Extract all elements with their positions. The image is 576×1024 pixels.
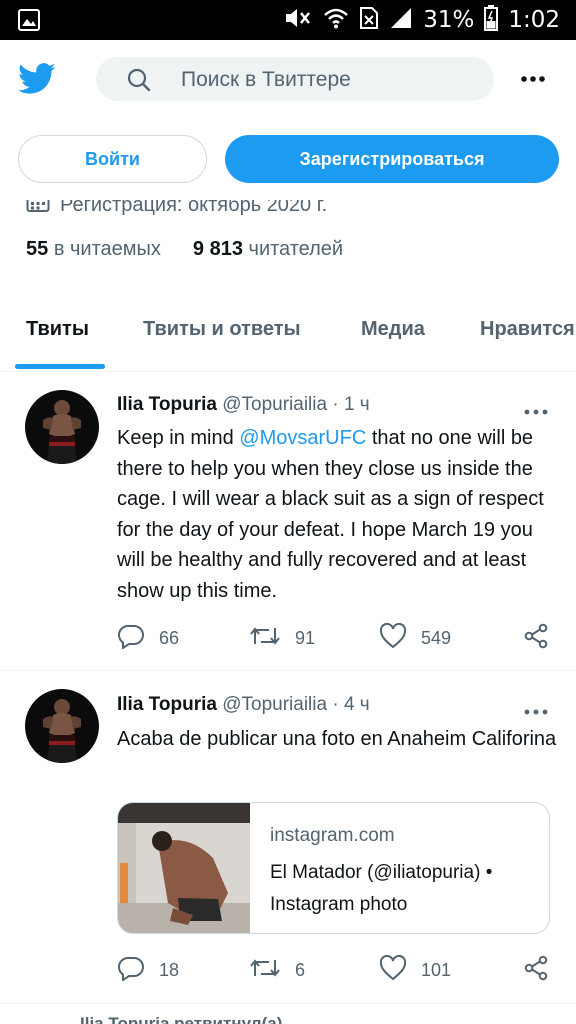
share-button[interactable] (523, 623, 549, 654)
reply-button[interactable]: 18 (117, 955, 179, 986)
tweet-time[interactable]: · 4 ч (332, 694, 369, 715)
link-card[interactable]: instagram.com El Matador (@iliatopuria) … (117, 802, 550, 934)
more-options-icon[interactable] (520, 70, 546, 88)
avatar[interactable] (25, 390, 99, 464)
top-header: Поиск в Твиттере (0, 40, 576, 120)
tweet-text-part: Keep in mind (117, 427, 240, 449)
tweet-header: Ilia Topuria @Topuriailia · 1 ч (117, 394, 370, 416)
reply-icon (117, 955, 145, 986)
signal-icon (389, 6, 413, 35)
reply-count: 66 (159, 628, 180, 648)
tweet-text: Acaba de publicar una foto en Anaheim Ca… (117, 728, 557, 750)
sim-off-icon (359, 6, 379, 35)
like-button[interactable]: 101 (379, 954, 452, 986)
share-icon (523, 623, 549, 654)
search-placeholder: Поиск в Твиттере (181, 68, 351, 91)
next-item-peek: Ilia Topuria ретвитнул(а) (80, 1014, 283, 1024)
author-handle[interactable]: @Topuriailia (222, 394, 327, 415)
following-label: в читаемых (53, 238, 161, 260)
follow-stats: 55 в читаемых 9 813 читателей (26, 238, 343, 261)
retweet-count: 6 (295, 960, 306, 980)
twitter-bird-icon[interactable] (18, 63, 56, 100)
tab-media[interactable]: Медиа (361, 318, 425, 341)
retweet-button[interactable]: 91 (249, 623, 315, 654)
retweet-count: 91 (295, 628, 316, 648)
reply-button[interactable]: 66 (117, 623, 179, 654)
followers-link[interactable]: 9 813 читателей (193, 238, 343, 261)
heart-icon (379, 954, 407, 986)
retweet-icon (249, 955, 281, 986)
tweet-header: Ilia Topuria @Topuriailia · 4 ч (117, 694, 370, 716)
tab-likes[interactable]: Нравится (480, 318, 575, 341)
card-image (118, 803, 250, 933)
followers-label: читателей (248, 238, 344, 260)
like-count: 101 (421, 960, 452, 980)
author-handle[interactable]: @Topuriailia (222, 694, 327, 715)
tweet-text-part: that no one will be there to help you wh… (117, 427, 544, 602)
gallery-notification-icon (18, 9, 40, 36)
followers-count: 9 813 (192, 238, 243, 260)
active-tab-indicator (15, 364, 105, 369)
following-count: 55 (26, 238, 49, 260)
signup-button[interactable]: Зарегистрироваться (225, 135, 559, 183)
retweet-button[interactable]: 6 (249, 955, 305, 986)
login-button[interactable]: Войти (18, 135, 207, 183)
status-bar: 31% 1:02 (0, 0, 576, 40)
tweet-actions: 18 6 101 (117, 954, 557, 986)
search-input[interactable]: Поиск в Твиттере (96, 57, 494, 101)
heart-icon (379, 622, 407, 654)
author-name[interactable]: Ilia Topuria (117, 394, 217, 415)
retweet-icon (249, 623, 281, 654)
like-count: 549 (421, 628, 452, 648)
reply-icon (117, 623, 145, 654)
auth-bar: Войти Зарегистрироваться (0, 120, 576, 200)
tab-tweets-and-replies[interactable]: Твиты и ответы (143, 318, 301, 341)
mute-icon (283, 6, 313, 35)
following-link[interactable]: 55 в читаемых (26, 238, 161, 261)
battery-icon (484, 4, 499, 36)
tweet[interactable]: Ilia Topuria @Topuriailia · 4 ч Acaba de… (0, 672, 576, 1004)
avatar[interactable] (25, 689, 99, 763)
mention-link[interactable]: @MovsarUFC (239, 427, 366, 449)
wifi-icon (323, 7, 349, 34)
battery-percent: 31% (423, 7, 475, 33)
tweet-time[interactable]: · 1 ч (332, 394, 369, 415)
profile-tabs: Твиты Твиты и ответы Медиа Нравится (0, 300, 576, 372)
share-button[interactable] (523, 955, 549, 986)
clock: 1:02 (508, 7, 560, 33)
card-title: El Matador (@iliatopuria) • Instagram ph… (270, 862, 493, 915)
tweet-text: Keep in mind @MovsarUFC that no one will… (117, 423, 557, 606)
tweet-more-icon[interactable] (524, 702, 548, 720)
tweet-actions: 66 91 549 (117, 622, 557, 654)
share-icon (523, 955, 549, 986)
like-button[interactable]: 549 (379, 622, 452, 654)
tab-tweets[interactable]: Твиты (26, 318, 89, 341)
tweet-more-icon[interactable] (524, 402, 548, 420)
card-domain: instagram.com (270, 825, 395, 846)
tweet[interactable]: Ilia Topuria @Topuriailia · 1 ч Keep in … (0, 372, 576, 671)
search-icon (126, 67, 152, 98)
reply-count: 18 (159, 960, 180, 980)
author-name[interactable]: Ilia Topuria (117, 694, 217, 715)
